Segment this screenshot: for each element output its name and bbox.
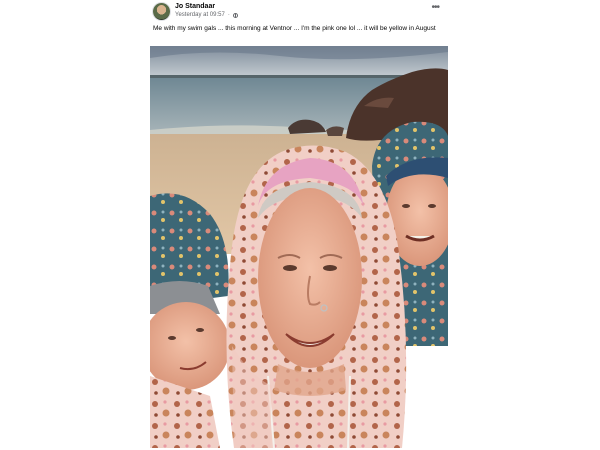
- author-avatar[interactable]: [153, 3, 170, 20]
- post-timestamp[interactable]: Yesterday at 09:57: [175, 12, 225, 18]
- more-options-icon[interactable]: •••: [431, 3, 439, 13]
- facebook-post: Jo Standaar Yesterday at 09:57 · ••• Me …: [150, 0, 448, 450]
- post-header: Jo Standaar Yesterday at 09:57 · •••: [150, 0, 448, 26]
- post-photo[interactable]: [150, 46, 448, 448]
- post-caption: Me with my swim gals ... this morning at…: [153, 25, 436, 32]
- post-meta: Yesterday at 09:57 ·: [175, 12, 238, 18]
- globe-icon: [232, 12, 238, 18]
- author-name[interactable]: Jo Standaar: [175, 3, 215, 10]
